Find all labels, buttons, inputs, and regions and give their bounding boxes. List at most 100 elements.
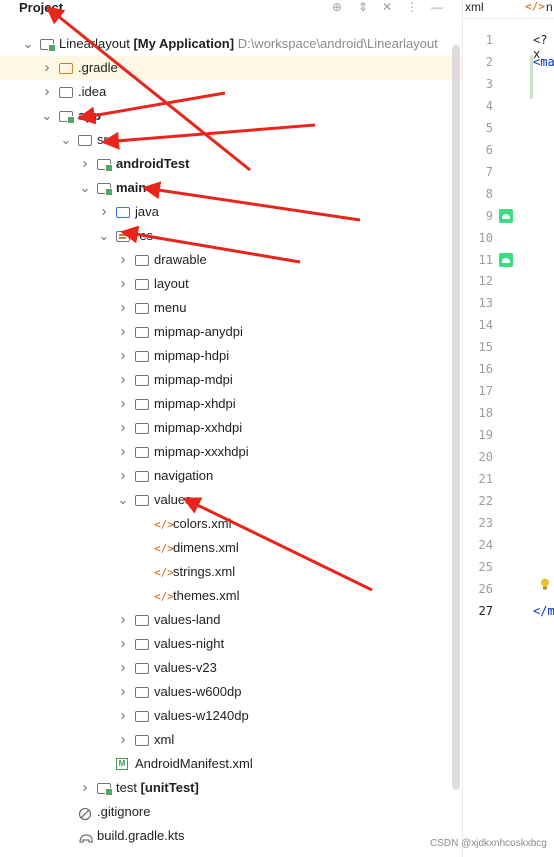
chevron-right-icon[interactable]: › [117, 248, 129, 272]
chevron-right-icon[interactable]: › [117, 320, 129, 344]
chevron-right-icon[interactable]: › [117, 296, 129, 320]
tree-row[interactable]: › java [0, 200, 462, 224]
tree-row[interactable]: › values-night [0, 632, 462, 656]
tree-row[interactable]: </> colors.xml [0, 512, 462, 536]
editor-pane: xml </> n 1 <?x 2 <ma 3 4 5 6 7 8 9 10 11 12 13 14 15 16 1… [463, 0, 554, 857]
code-area[interactable] [530, 19, 554, 857]
tree-item-name: layout [154, 276, 189, 291]
tree-item-label: build.gradle.kts [97, 824, 184, 848]
chevron-right-icon[interactable]: › [117, 392, 129, 416]
tree-row[interactable]: › values-w600dp [0, 680, 462, 704]
tree-row[interactable]: </> strings.xml [0, 560, 462, 584]
editor-tab[interactable]: n [546, 0, 553, 14]
tree-row[interactable]: › androidTest [0, 152, 462, 176]
tree-row[interactable]: › navigation [0, 464, 462, 488]
tree-item-label: values [154, 488, 192, 512]
tree-row[interactable]: › .gradle [0, 56, 462, 80]
tree-row[interactable]: › values-land [0, 608, 462, 632]
chevron-right-icon[interactable]: › [117, 680, 129, 704]
chevron-right-icon[interactable]: › [117, 344, 129, 368]
tree-row[interactable]: ⌄ values [0, 488, 462, 512]
lightbulb-icon[interactable] [540, 578, 550, 590]
tree-row[interactable]: ⌄ src [0, 128, 462, 152]
tree-item-name: values [154, 492, 192, 507]
android-icon[interactable] [499, 208, 513, 223]
chevron-right-icon[interactable]: › [117, 272, 129, 296]
chevron-right-icon[interactable]: › [41, 80, 53, 104]
tree-row[interactable]: .gitignore [0, 800, 462, 824]
tree-row[interactable]: ⌄ Linearlayout [My Application] D:\worksp… [0, 32, 462, 56]
tree-row[interactable]: › layout [0, 272, 462, 296]
tree-item-label: .idea [78, 80, 106, 104]
tree-row[interactable]: › mipmap-xxhdpi [0, 416, 462, 440]
tree-row[interactable]: › mipmap-hdpi [0, 344, 462, 368]
collapse-all-icon[interactable]: ✕ [380, 0, 394, 14]
tree-row[interactable]: build.gradle.kts [0, 824, 462, 848]
expand-collapse-icon[interactable]: ⇕ [356, 0, 370, 14]
chevron-right-icon[interactable]: › [117, 608, 129, 632]
line-number: 17 [478, 384, 493, 399]
chevron-down-icon[interactable]: ⌄ [41, 104, 53, 128]
tree-row[interactable]: › values-w1240dp [0, 704, 462, 728]
tree-row[interactable]: ⌄ res [0, 224, 462, 248]
tree-row[interactable]: › .idea [0, 80, 462, 104]
chevron-right-icon[interactable]: › [117, 440, 129, 464]
options-icon[interactable]: ⋮ [405, 0, 419, 14]
tree-item-label: androidTest [116, 152, 189, 176]
tree-item-label: mipmap-anydpi [154, 320, 243, 344]
tree-row[interactable]: › mipmap-mdpi [0, 368, 462, 392]
chevron-right-icon[interactable]: › [98, 200, 110, 224]
tree-item-name: .gradle [78, 60, 118, 75]
folder-icon [135, 445, 149, 459]
chevron-right-icon[interactable]: › [117, 416, 129, 440]
tree-row[interactable]: ⌄ app [0, 104, 462, 128]
tree-row[interactable]: › drawable [0, 248, 462, 272]
tree-item-name: main [116, 180, 147, 195]
chevron-right-icon[interactable]: › [117, 704, 129, 728]
tree-item-label: main [116, 176, 146, 200]
chevron-right-icon[interactable]: › [117, 632, 129, 656]
tree-item-name: values-w1240dp [154, 708, 249, 723]
android-icon[interactable] [499, 252, 513, 267]
tree-row[interactable]: › values-v23 [0, 656, 462, 680]
tree-item-name: values-land [154, 612, 221, 627]
tree-row[interactable]: ⌄ main [0, 176, 462, 200]
locate-icon[interactable]: ⊕ [330, 0, 344, 14]
tree-item-name: test [116, 780, 137, 795]
tree-item-label: xml [154, 728, 174, 752]
chevron-down-icon[interactable]: ⌄ [117, 488, 129, 512]
tree-row[interactable]: › menu [0, 296, 462, 320]
chevron-right-icon[interactable]: › [117, 728, 129, 752]
tree-row[interactable]: M AndroidManifest.xml [0, 752, 462, 776]
chevron-right-icon[interactable]: › [117, 368, 129, 392]
chevron-down-icon[interactable]: ⌄ [22, 32, 34, 56]
chevron-right-icon[interactable]: › [117, 464, 129, 488]
chevron-down-icon[interactable]: ⌄ [98, 224, 110, 248]
tree-row[interactable]: </> dimens.xml [0, 536, 462, 560]
tree-row[interactable]: › mipmap-xhdpi [0, 392, 462, 416]
line-number: 13 [478, 296, 493, 311]
line-number: 6 [485, 142, 493, 157]
chevron-right-icon[interactable]: › [79, 152, 91, 176]
tree-row[interactable]: </> themes.xml [0, 584, 462, 608]
tree-row[interactable]: › mipmap-anydpi [0, 320, 462, 344]
panel-title[interactable]: Project [19, 0, 63, 15]
scrollbar[interactable] [452, 45, 460, 790]
line-number: 18 [478, 406, 493, 421]
chevron-down-icon[interactable]: ⌄ [79, 176, 91, 200]
resource-folder-icon [116, 229, 130, 243]
editor-tab[interactable]: xml [465, 0, 484, 14]
project-panel-header: Project ⊕ ⇕ ✕ ⋮ — [0, 0, 462, 18]
chevron-right-icon[interactable]: › [79, 776, 91, 800]
tree-row[interactable]: › xml [0, 728, 462, 752]
tree-row[interactable]: › mipmap-xxxhdpi [0, 440, 462, 464]
hide-icon[interactable]: — [430, 0, 444, 14]
line-number: 22 [478, 493, 493, 508]
tree-row[interactable]: › test [unitTest] [0, 776, 462, 800]
tree-item-name: mipmap-mdpi [154, 372, 233, 387]
chevron-right-icon[interactable]: › [117, 656, 129, 680]
chevron-right-icon[interactable]: › [41, 56, 53, 80]
folder-icon [135, 613, 149, 627]
chevron-down-icon[interactable]: ⌄ [60, 128, 72, 152]
tree-item-label: values-w600dp [154, 680, 241, 704]
